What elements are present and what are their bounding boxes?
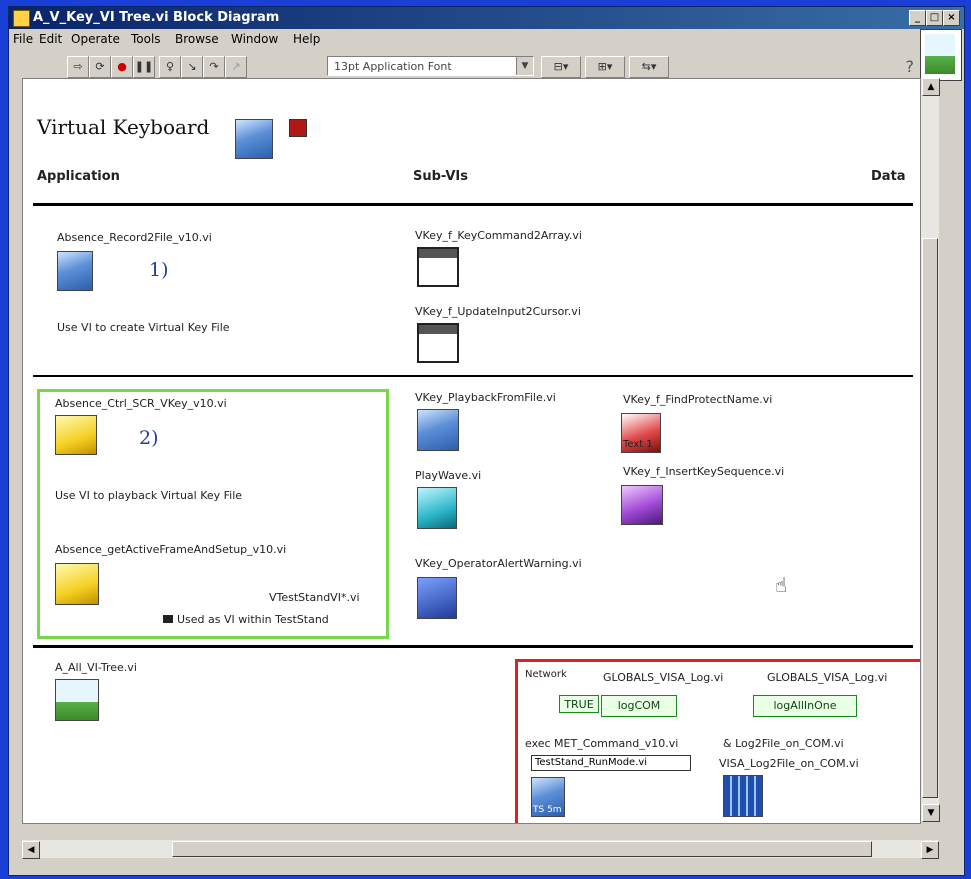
teststand-note: Used as VI within TestStand — [163, 613, 329, 626]
section-divider — [33, 203, 913, 206]
menu-browse[interactable]: Browse — [175, 32, 219, 46]
menu-bar: File Edit Operate Tools Browse Window He… — [9, 29, 964, 49]
close-button[interactable]: × — [943, 10, 960, 26]
vertical-scroll-thumb[interactable] — [922, 238, 938, 798]
section2-app-vi-icon[interactable] — [55, 415, 97, 455]
highlight-execution-icon[interactable]: ♀ — [159, 56, 181, 78]
teststand-vi-label: VTestStandVI*.vi — [269, 591, 360, 604]
abort-icon[interactable]: ● — [111, 56, 133, 78]
section1-number: 1) — [149, 259, 169, 281]
exec-command-label: exec MET_Command_v10.vi — [525, 737, 679, 750]
stop-icon — [289, 119, 307, 137]
sub-play-wave-icon[interactable] — [417, 487, 457, 529]
header-sub-vis: Sub-VIs — [413, 169, 469, 184]
section-divider — [33, 375, 913, 377]
section2-description: Use VI to playback Virtual Key File — [55, 489, 243, 502]
font-select[interactable]: 13pt Application Font ▼ — [327, 56, 534, 76]
section3-tree-vi-icon[interactable] — [55, 679, 99, 721]
log2file-label: & Log2File_on_COM.vi — [723, 737, 844, 750]
header-data: Data — [871, 169, 906, 184]
run-continuous-icon[interactable]: ⟳ — [89, 56, 111, 78]
run-arrow-icon[interactable]: ⇨ — [67, 56, 89, 78]
logcom-global[interactable]: logCOM — [601, 695, 677, 717]
teststand-note-text: Used as VI within TestStand — [177, 613, 329, 626]
diagram-title: Virtual Keyboard — [37, 115, 210, 139]
title-bar[interactable]: A_V_Key_VI Tree.vi Block Diagram _ □ × — [9, 7, 964, 29]
section2-app-vi2-icon[interactable] — [55, 563, 99, 605]
menu-window[interactable]: Window — [231, 32, 278, 46]
step-into-icon[interactable]: ↘ — [181, 56, 203, 78]
section1-app-vi-label: Absence_Record2File_v10.vi — [57, 231, 212, 244]
section1-sub2-icon[interactable] — [417, 323, 459, 363]
menu-edit[interactable]: Edit — [39, 32, 62, 46]
menu-file[interactable]: File — [13, 32, 33, 46]
visa-log-label: VISA_Log2File_on_COM.vi — [719, 757, 859, 770]
teststand-icon-label: TS 5m — [533, 805, 562, 815]
sub-playback-label: VKey_PlaybackFromFile.vi — [415, 391, 556, 404]
section-divider — [33, 645, 913, 648]
section1-sub1-icon[interactable] — [417, 247, 459, 287]
toolbar: ⇨ ⟳ ● ❚❚ ♀ ↘ ↷ ↗ 13pt Application Font ▼… — [9, 51, 964, 81]
global1-label: GLOBALS_VISA_Log.vi — [603, 671, 724, 684]
horizontal-scroll-thumb[interactable] — [172, 841, 872, 857]
chevron-down-icon: ▼ — [516, 57, 533, 75]
menu-operate[interactable]: Operate — [71, 32, 120, 46]
sub-operator-icon[interactable] — [417, 577, 457, 619]
scroll-down-icon[interactable]: ▼ — [922, 804, 940, 822]
logallinone-global[interactable]: logAllInOne — [753, 695, 857, 717]
distribute-icon[interactable]: ⊞▾ — [585, 56, 625, 78]
hand-cursor-icon: ☝ — [775, 573, 788, 597]
virtual-keyboard-vi-icon[interactable] — [235, 119, 273, 159]
global2-label: GLOBALS_VISA_Log.vi — [767, 671, 888, 684]
section1-sub2-label: VKey_f_UpdateInput2Cursor.vi — [415, 305, 581, 318]
teststand-small-icon — [163, 615, 173, 623]
section1-app-vi-icon[interactable] — [57, 251, 93, 291]
scroll-right-icon[interactable]: ▶ — [921, 841, 939, 859]
sub-operator-label: VKey_OperatorAlertWarning.vi — [415, 557, 582, 570]
step-over-icon[interactable]: ↷ — [203, 56, 225, 78]
teststand-runmode-box[interactable]: TestStand_RunMode.vi — [531, 755, 691, 771]
reorder-icon[interactable]: ⇆▾ — [629, 56, 669, 78]
vi-icon — [920, 29, 962, 81]
network-label: Network — [525, 669, 567, 680]
section1-description: Use VI to create Virtual Key File — [57, 321, 230, 334]
help-icon[interactable]: ? — [906, 57, 915, 76]
step-out-icon[interactable]: ↗ — [225, 56, 247, 78]
sub-find-label: VKey_f_FindProtectName.vi — [623, 393, 773, 406]
align-icon[interactable]: ⊟▾ — [541, 56, 581, 78]
minimize-button[interactable]: _ — [909, 10, 926, 26]
window-title: A_V_Key_VI Tree.vi Block Diagram — [33, 10, 280, 25]
sub-playback-icon[interactable] — [417, 409, 459, 451]
section2-app-vi-label: Absence_Ctrl_SCR_VKey_v10.vi — [55, 397, 227, 410]
section1-sub1-label: VKey_f_KeyCommand2Array.vi — [415, 229, 582, 242]
sub-play-wave-label: PlayWave.vi — [415, 469, 482, 482]
scroll-left-icon[interactable]: ◀ — [22, 841, 40, 859]
maximize-button[interactable]: □ — [926, 10, 943, 26]
vertical-scrollbar[interactable]: ▲ ▼ — [921, 78, 940, 822]
font-select-value: 13pt Application Font — [334, 60, 452, 73]
true-constant[interactable]: TRUE — [559, 695, 599, 713]
scroll-up-icon[interactable]: ▲ — [922, 78, 940, 96]
menu-help[interactable]: Help — [293, 32, 320, 46]
section2-app-vi2-label: Absence_getActiveFrameAndSetup_v10.vi — [55, 543, 287, 556]
labview-app-icon — [13, 10, 30, 27]
visa-log-icon[interactable] — [723, 775, 763, 817]
section2-number: 2) — [139, 427, 159, 449]
block-diagram-canvas[interactable]: Virtual Keyboard Application Sub-VIs Dat… — [22, 78, 921, 824]
header-application: Application — [37, 169, 120, 184]
horizontal-scrollbar[interactable]: ◀ ▶ — [22, 840, 939, 859]
menu-tools[interactable]: Tools — [131, 32, 161, 46]
section3-app-vi-label: A_All_VI-Tree.vi — [55, 661, 137, 674]
sub-sequence-icon[interactable] — [621, 485, 663, 525]
sub-find-icon-text: Text 1 — [623, 439, 653, 450]
sub-sequence-label: VKey_f_InsertKeySequence.vi — [623, 465, 785, 478]
pause-icon[interactable]: ❚❚ — [133, 56, 155, 78]
